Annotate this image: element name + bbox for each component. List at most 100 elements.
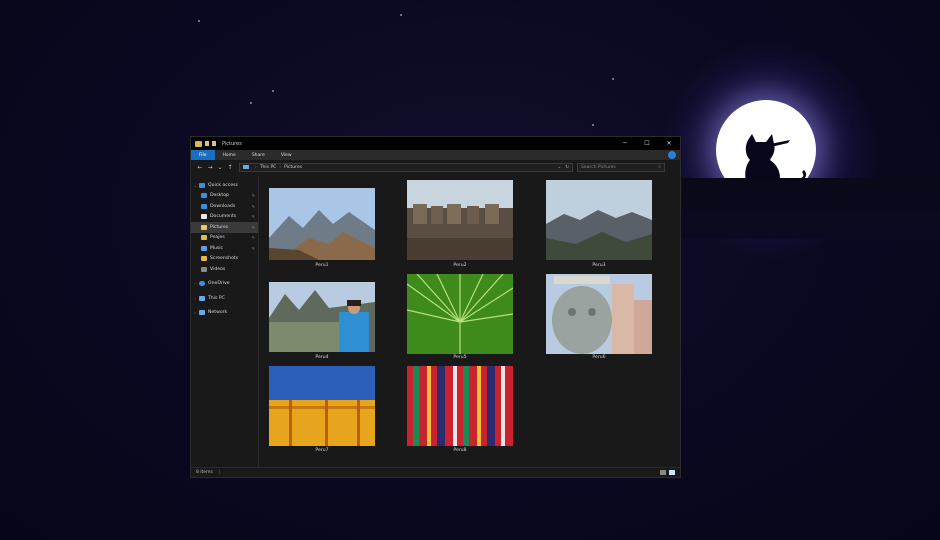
large-icons-view-icon[interactable] [669, 470, 675, 475]
breadcrumb-this-pc[interactable]: This PC [260, 165, 276, 170]
search-placeholder: Search Pictures [581, 164, 616, 170]
tab-share[interactable]: Share [244, 150, 273, 160]
sidebar-item-desktop[interactable]: Desktop ✎ [191, 191, 258, 202]
chevron-right-icon[interactable]: › [191, 310, 199, 315]
sidebar-label: Screenshots [210, 256, 239, 262]
sidebar-label: OneDrive [208, 281, 230, 287]
file-thumbnail-peru5[interactable] [407, 274, 513, 354]
sidebar-item-peajes[interactable]: Peajes ✎ [191, 233, 258, 244]
file-thumbnail-peru8[interactable] [407, 366, 513, 446]
fence [682, 178, 940, 238]
minimize-button[interactable]: ─ [614, 140, 636, 147]
tab-view[interactable]: View [273, 150, 300, 160]
folder-icon [201, 235, 207, 241]
star [198, 20, 200, 22]
desktop-icon [201, 193, 207, 199]
star [250, 102, 252, 104]
forward-button[interactable]: → [205, 164, 215, 171]
file-name[interactable]: Peru2 [407, 263, 513, 268]
folder-icon [195, 140, 202, 147]
star [272, 90, 274, 92]
chevron-right-icon[interactable]: › [191, 296, 199, 301]
chevron-down-icon[interactable]: ⌄ [191, 183, 199, 188]
search-icon: ⌕ [658, 165, 661, 170]
sidebar-label: Music [210, 245, 224, 251]
file-name[interactable]: Peru6 [546, 355, 652, 360]
sidebar-item-pictures[interactable]: Pictures ✎ [191, 222, 258, 233]
sidebar-item-downloads[interactable]: Downloads ✎ [191, 201, 258, 212]
file-name[interactable]: Peru4 [269, 355, 375, 360]
file-list: Peru1 Peru2 Peru3 Peru4 Peru5 Peru6 Peru… [259, 175, 680, 467]
pictures-icon [201, 224, 207, 230]
folder-icon [201, 256, 207, 262]
network-icon [199, 310, 205, 316]
up-button[interactable]: ↑ [225, 164, 235, 171]
address-row: ← → ⌄ ↑ › This PC › Pictures ⌄ ↻ Search … [191, 160, 680, 174]
pin-icon[interactable]: ✎ [252, 214, 255, 219]
star [592, 124, 594, 126]
maximize-button[interactable]: ☐ [636, 140, 658, 147]
sidebar-label: This PC [208, 295, 225, 301]
breadcrumb-pictures[interactable]: Pictures [284, 165, 302, 170]
file-name[interactable]: Peru8 [407, 448, 513, 453]
cloud-icon [199, 281, 205, 287]
sidebar-label: Pictures [210, 224, 229, 230]
sidebar-label: Desktop [210, 193, 229, 199]
file-thumbnail-peru2[interactable] [407, 180, 513, 260]
pin-icon[interactable]: ✎ [252, 204, 255, 209]
sidebar-item-videos[interactable]: Videos [191, 264, 258, 275]
star-icon [199, 182, 205, 188]
sidebar-label: Peajes [210, 235, 225, 241]
ninja-cat-silhouette [745, 134, 807, 180]
document-icon [201, 214, 207, 220]
file-name[interactable]: Peru3 [546, 263, 652, 268]
sidebar-item-documents[interactable]: Documents ✎ [191, 212, 258, 223]
pin-icon[interactable]: ✎ [252, 235, 255, 240]
pin-icon[interactable]: ✎ [252, 225, 255, 230]
sidebar-item-this-pc[interactable]: › This PC [191, 293, 258, 304]
address-bar[interactable]: › This PC › Pictures ⌄ ↻ [239, 162, 573, 172]
file-name[interactable]: Peru7 [269, 448, 375, 453]
chevron-right-icon[interactable]: › [191, 281, 199, 286]
file-thumbnail-peru6[interactable] [546, 274, 652, 354]
sidebar-item-screenshots[interactable]: Screenshots [191, 254, 258, 265]
sidebar-item-quick-access[interactable]: ⌄ Quick access [191, 180, 258, 191]
file-thumbnail-peru3[interactable] [546, 180, 652, 260]
refresh-button[interactable]: ↻ [565, 165, 569, 170]
navigation-pane: ⌄ Quick access Desktop ✎ Downloads ✎ Doc… [191, 175, 259, 467]
file-thumbnail-peru4[interactable] [269, 282, 375, 352]
sidebar-item-music[interactable]: Music ✎ [191, 243, 258, 254]
quick-access-toolbar-icon[interactable] [205, 141, 209, 146]
sidebar-item-onedrive[interactable]: › OneDrive [191, 279, 258, 290]
window-title: Pictures [222, 140, 242, 147]
sidebar-label: Documents [210, 214, 237, 220]
search-input[interactable]: Search Pictures ⌕ [577, 162, 665, 172]
file-name[interactable]: Peru5 [407, 355, 513, 360]
tab-file[interactable]: File [191, 150, 215, 160]
status-bar: 8 items | [191, 467, 680, 477]
sidebar-label: Downloads [210, 203, 236, 209]
sidebar-item-network[interactable]: › Network [191, 308, 258, 319]
close-button[interactable]: ✕ [658, 140, 680, 147]
item-count: 8 items [196, 470, 213, 475]
file-explorer-window: Pictures ─ ☐ ✕ File Home Share View ← → … [190, 136, 681, 478]
new-folder-icon[interactable] [212, 141, 216, 146]
pin-icon[interactable]: ✎ [252, 193, 255, 198]
computer-icon [199, 295, 205, 301]
recent-locations-button[interactable]: ⌄ [215, 164, 225, 171]
file-thumbnail-peru7[interactable] [269, 366, 375, 446]
address-dropdown-button[interactable]: ⌄ [557, 165, 561, 170]
tab-home[interactable]: Home [215, 150, 244, 160]
file-thumbnail-peru1[interactable] [269, 188, 375, 260]
sidebar-label: Quick access [208, 182, 238, 188]
details-view-icon[interactable] [660, 470, 666, 475]
sidebar-label: Network [208, 310, 228, 316]
file-name[interactable]: Peru1 [269, 263, 375, 268]
title-bar: Pictures ─ ☐ ✕ [191, 137, 680, 150]
pc-icon [243, 165, 249, 169]
help-icon[interactable] [668, 151, 676, 159]
back-button[interactable]: ← [195, 164, 205, 171]
download-icon [201, 203, 207, 209]
music-icon [201, 245, 207, 251]
pin-icon[interactable]: ✎ [252, 246, 255, 251]
